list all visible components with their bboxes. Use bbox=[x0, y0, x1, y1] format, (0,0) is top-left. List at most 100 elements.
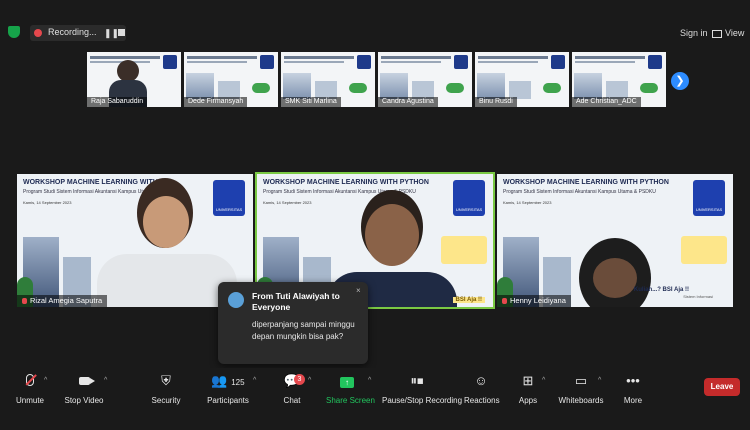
participant-thumbnail[interactable]: Raja Sabaruddin bbox=[87, 52, 181, 107]
participant-body bbox=[97, 254, 237, 307]
university-logo bbox=[357, 55, 371, 69]
slide-subheader bbox=[478, 61, 538, 63]
chat-unread-badge: 3 bbox=[294, 374, 305, 385]
muted-mic-icon bbox=[502, 298, 507, 305]
pause-stop-recording-label: Pause/Stop Recording bbox=[382, 396, 463, 405]
participant-face bbox=[143, 196, 189, 248]
share-screen-button[interactable]: ↑ Share Screen ^ bbox=[326, 374, 375, 405]
participant-name: Candra Agustina bbox=[378, 97, 438, 107]
university-logo bbox=[163, 55, 177, 69]
slide-header bbox=[575, 56, 645, 59]
close-icon[interactable]: × bbox=[356, 286, 361, 295]
slide-subheader bbox=[187, 61, 247, 63]
slide-subheader bbox=[284, 61, 344, 63]
participant-thumbnail[interactable]: Dede Firmansyah bbox=[184, 52, 278, 107]
stop-recording-icon[interactable] bbox=[118, 29, 125, 36]
more-button[interactable]: ••• More bbox=[622, 373, 644, 406]
top-bar: Recording... ❚❚ Sign in View bbox=[0, 0, 750, 46]
stop-video-label: Stop Video bbox=[64, 396, 104, 405]
green-banner bbox=[349, 83, 367, 93]
recording-label: Recording... bbox=[48, 27, 97, 37]
slide-title: WORKSHOP MACHINE LEARNING WITH PYTHON bbox=[503, 179, 669, 186]
recording-indicator: Recording... ❚❚ bbox=[30, 25, 126, 41]
chevron-up-icon[interactable]: ^ bbox=[598, 377, 601, 384]
green-banner bbox=[543, 83, 561, 93]
pause-stop-recording-button[interactable]: ⏸⏹ Pause/Stop Recording bbox=[382, 373, 463, 406]
slide-tagline-sub: Sistem Informasi bbox=[683, 294, 713, 299]
shield-icon[interactable] bbox=[8, 26, 20, 38]
slide-title: WORKSHOP MACHINE LEARNING WITH bbox=[23, 179, 158, 186]
participant-name: Dede Firmansyah bbox=[184, 97, 248, 107]
more-label: More bbox=[623, 396, 643, 405]
leave-button[interactable]: Leave bbox=[704, 378, 740, 396]
university-badge: UNIVERSITAS bbox=[693, 180, 725, 216]
unmute-label: Unmute bbox=[15, 396, 44, 405]
participant-name-text: Rizal Amegia Saputra bbox=[30, 296, 103, 305]
grid-icon bbox=[712, 29, 722, 38]
apps-icon: ⊞ bbox=[522, 373, 534, 388]
slide-tagline: Kuliah...? BSI Aja !! bbox=[633, 287, 689, 293]
chat-message: diperpanjang sampai minggu depan mungkin… bbox=[252, 320, 355, 341]
slide-date: Kamis, 14 September 2023 bbox=[503, 200, 552, 205]
green-banner bbox=[640, 83, 658, 93]
building-image bbox=[380, 73, 408, 99]
participant-face bbox=[117, 60, 139, 82]
next-page-arrow-icon[interactable]: ❯ bbox=[671, 72, 689, 90]
slide-header bbox=[90, 56, 160, 59]
record-dot-icon bbox=[34, 29, 42, 37]
reactions-icon: ☺ bbox=[474, 373, 488, 388]
university-badge: UNIVERSITAS bbox=[213, 180, 245, 216]
more-icon: ••• bbox=[626, 373, 640, 388]
presenter-photos bbox=[441, 236, 487, 264]
slide-date: Kamis, 14 September 2023 bbox=[23, 200, 72, 205]
participant-thumbnail[interactable]: Candra Agustina bbox=[378, 52, 472, 107]
sign-in-link[interactable]: Sign in bbox=[680, 28, 708, 38]
participant-thumbnail[interactable]: Binu Rusdi bbox=[475, 52, 569, 107]
participant-thumbnail[interactable]: Ade Christian_ADC bbox=[572, 52, 666, 107]
participants-icon: 👥 125 bbox=[211, 373, 245, 388]
view-label: View bbox=[725, 28, 745, 38]
whiteboards-button[interactable]: ▭ Whiteboards ^ bbox=[558, 374, 604, 406]
slide-banner: BSI Aja !! bbox=[452, 297, 485, 303]
chevron-up-icon[interactable]: ^ bbox=[368, 377, 371, 384]
green-banner bbox=[446, 83, 464, 93]
participants-count: 125 bbox=[231, 378, 245, 387]
reactions-button[interactable]: ☺ Reactions bbox=[464, 373, 500, 406]
apps-button[interactable]: ⊞ Apps ^ bbox=[518, 373, 545, 406]
chevron-up-icon[interactable]: ^ bbox=[104, 377, 107, 384]
building-image bbox=[186, 73, 214, 99]
participant-name: Binu Rusdi bbox=[475, 97, 517, 107]
university-logo bbox=[454, 55, 468, 69]
microphone-muted-icon bbox=[14, 374, 46, 388]
chevron-up-icon[interactable]: ^ bbox=[44, 377, 47, 384]
video-tile[interactable]: WORKSHOP MACHINE LEARNING WITH PYTHON Pr… bbox=[497, 174, 733, 307]
apps-label: Apps bbox=[518, 396, 538, 405]
chevron-up-icon[interactable]: ^ bbox=[253, 377, 256, 384]
security-label: Security bbox=[151, 396, 181, 405]
security-button[interactable]: ⛨ Security bbox=[150, 374, 182, 406]
slide-subheader bbox=[575, 61, 635, 63]
participant-name: Rizal Amegia Saputra bbox=[17, 295, 108, 307]
participants-button[interactable]: 👥 125 Participants ^ bbox=[205, 373, 256, 406]
unmute-button[interactable]: Unmute ^ bbox=[14, 374, 47, 405]
view-button[interactable]: View bbox=[712, 28, 744, 38]
participant-face bbox=[365, 204, 419, 266]
stop-video-button[interactable]: Stop Video ^ bbox=[64, 374, 107, 405]
muted-mic-icon bbox=[22, 298, 27, 305]
participant-name: Raja Sabaruddin bbox=[87, 97, 148, 107]
chevron-up-icon[interactable]: ^ bbox=[308, 377, 311, 384]
pause-stop-icon: ⏸⏹ bbox=[410, 373, 424, 388]
slide-header bbox=[478, 56, 548, 59]
slide-subheader bbox=[381, 61, 441, 63]
pause-recording-icon[interactable]: ❚❚ bbox=[104, 28, 119, 39]
participant-thumbnail[interactable]: SMK Siti Marlina bbox=[281, 52, 375, 107]
chevron-up-icon[interactable]: ^ bbox=[542, 377, 545, 384]
participants-label: Participants bbox=[207, 396, 249, 405]
avatar bbox=[228, 292, 244, 308]
building-image bbox=[574, 73, 602, 99]
chat-notification[interactable]: From Tuti Alawiyah to Everyone × diperpa… bbox=[218, 282, 368, 364]
participant-face bbox=[593, 258, 637, 298]
share-screen-label: Share Screen bbox=[326, 396, 375, 405]
university-logo bbox=[551, 55, 565, 69]
badge-text: UNIVERSITAS bbox=[455, 207, 483, 212]
